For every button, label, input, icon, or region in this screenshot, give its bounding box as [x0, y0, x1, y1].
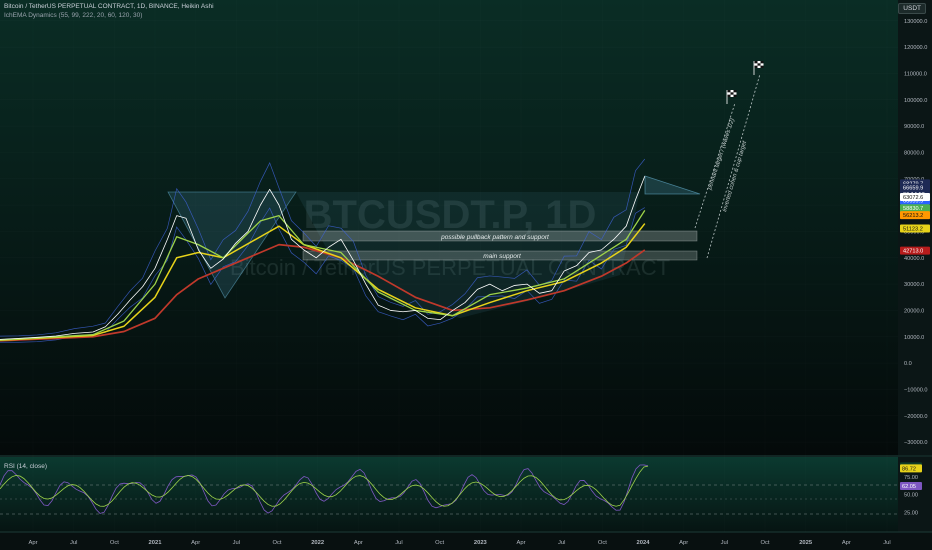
rsi-tick-label: 75.00 — [904, 475, 918, 481]
time-tick-label: Jul — [395, 540, 402, 546]
price-tick-label: 30000.0 — [904, 282, 924, 288]
time-tick-label: Jul — [558, 540, 565, 546]
currency-button[interactable]: USDT — [898, 3, 926, 14]
rsi-label-text: 86.72 — [902, 466, 916, 472]
price-tick-label: 20000.0 — [904, 308, 924, 314]
time-tick-label: Apr — [354, 540, 363, 546]
price-chart[interactable]: BTCUSDT.P, 1D Bitcoin / TetherUS PERPETU… — [0, 0, 932, 550]
price-label-text: 51123.2 — [903, 226, 923, 232]
price-tick-label: −30000.0 — [904, 440, 928, 446]
time-tick-label: Oct — [272, 540, 281, 546]
price-label-text: 42713.0 — [903, 249, 923, 255]
price-tick-label: −10000.0 — [904, 387, 928, 393]
time-tick-label: Apr — [679, 540, 688, 546]
main-support-label: main support — [483, 253, 522, 260]
time-tick-label: 2021 — [149, 540, 163, 546]
time-tick-label: Jul — [883, 540, 890, 546]
price-label-text: 56213.2 — [903, 213, 923, 219]
time-tick-label: 2024 — [637, 540, 651, 546]
time-tick-label: Oct — [110, 540, 119, 546]
price-tick-label: 40000.0 — [904, 256, 924, 262]
time-tick-label: Apr — [28, 540, 37, 546]
rsi-background — [0, 457, 898, 532]
time-axis-background — [0, 533, 932, 550]
rsi-title[interactable]: RSI (14, close) — [4, 463, 47, 470]
rsi-label-text: 62.05 — [902, 484, 916, 490]
price-tick-label: 130000.0 — [904, 19, 927, 25]
time-tick-label: 2025 — [799, 540, 813, 546]
price-tick-label: −20000.0 — [904, 414, 928, 420]
time-tick-label: Jul — [233, 540, 240, 546]
time-tick-label: Apr — [516, 540, 525, 546]
time-tick-label: Oct — [760, 540, 769, 546]
symbol-title[interactable]: Bitcoin / TetherUS PERPETUAL CONTRACT, 1… — [4, 3, 214, 10]
time-tick-label: 2023 — [474, 540, 488, 546]
time-tick-label: Oct — [435, 540, 444, 546]
time-tick-label: Apr — [191, 540, 200, 546]
time-tick-label: 2022 — [311, 540, 324, 546]
price-tick-label: 120000.0 — [904, 45, 927, 51]
price-tick-label: 10000.0 — [904, 335, 924, 341]
time-tick-label: Jul — [721, 540, 728, 546]
time-tick-label: Oct — [598, 540, 607, 546]
time-tick-label: Jul — [70, 540, 77, 546]
price-tick-label: 80000.0 — [904, 150, 924, 156]
rsi-tick-label: 25.00 — [904, 510, 918, 516]
time-tick-label: Apr — [842, 540, 851, 546]
indicator-title[interactable]: IchEMA Dynamics (55, 99, 222, 20, 60, 12… — [4, 12, 142, 19]
rsi-tick-label: 50.00 — [904, 493, 918, 499]
price-tick-label: 110000.0 — [904, 71, 927, 77]
price-tick-label: 0.0 — [904, 361, 912, 367]
price-tick-label: 90000.0 — [904, 124, 924, 130]
price-label-text: 63072.6 — [903, 195, 923, 201]
pullback-zone-label: possible pullback pattern and support — [440, 234, 550, 241]
price-tick-label: 100000.0 — [904, 98, 927, 104]
